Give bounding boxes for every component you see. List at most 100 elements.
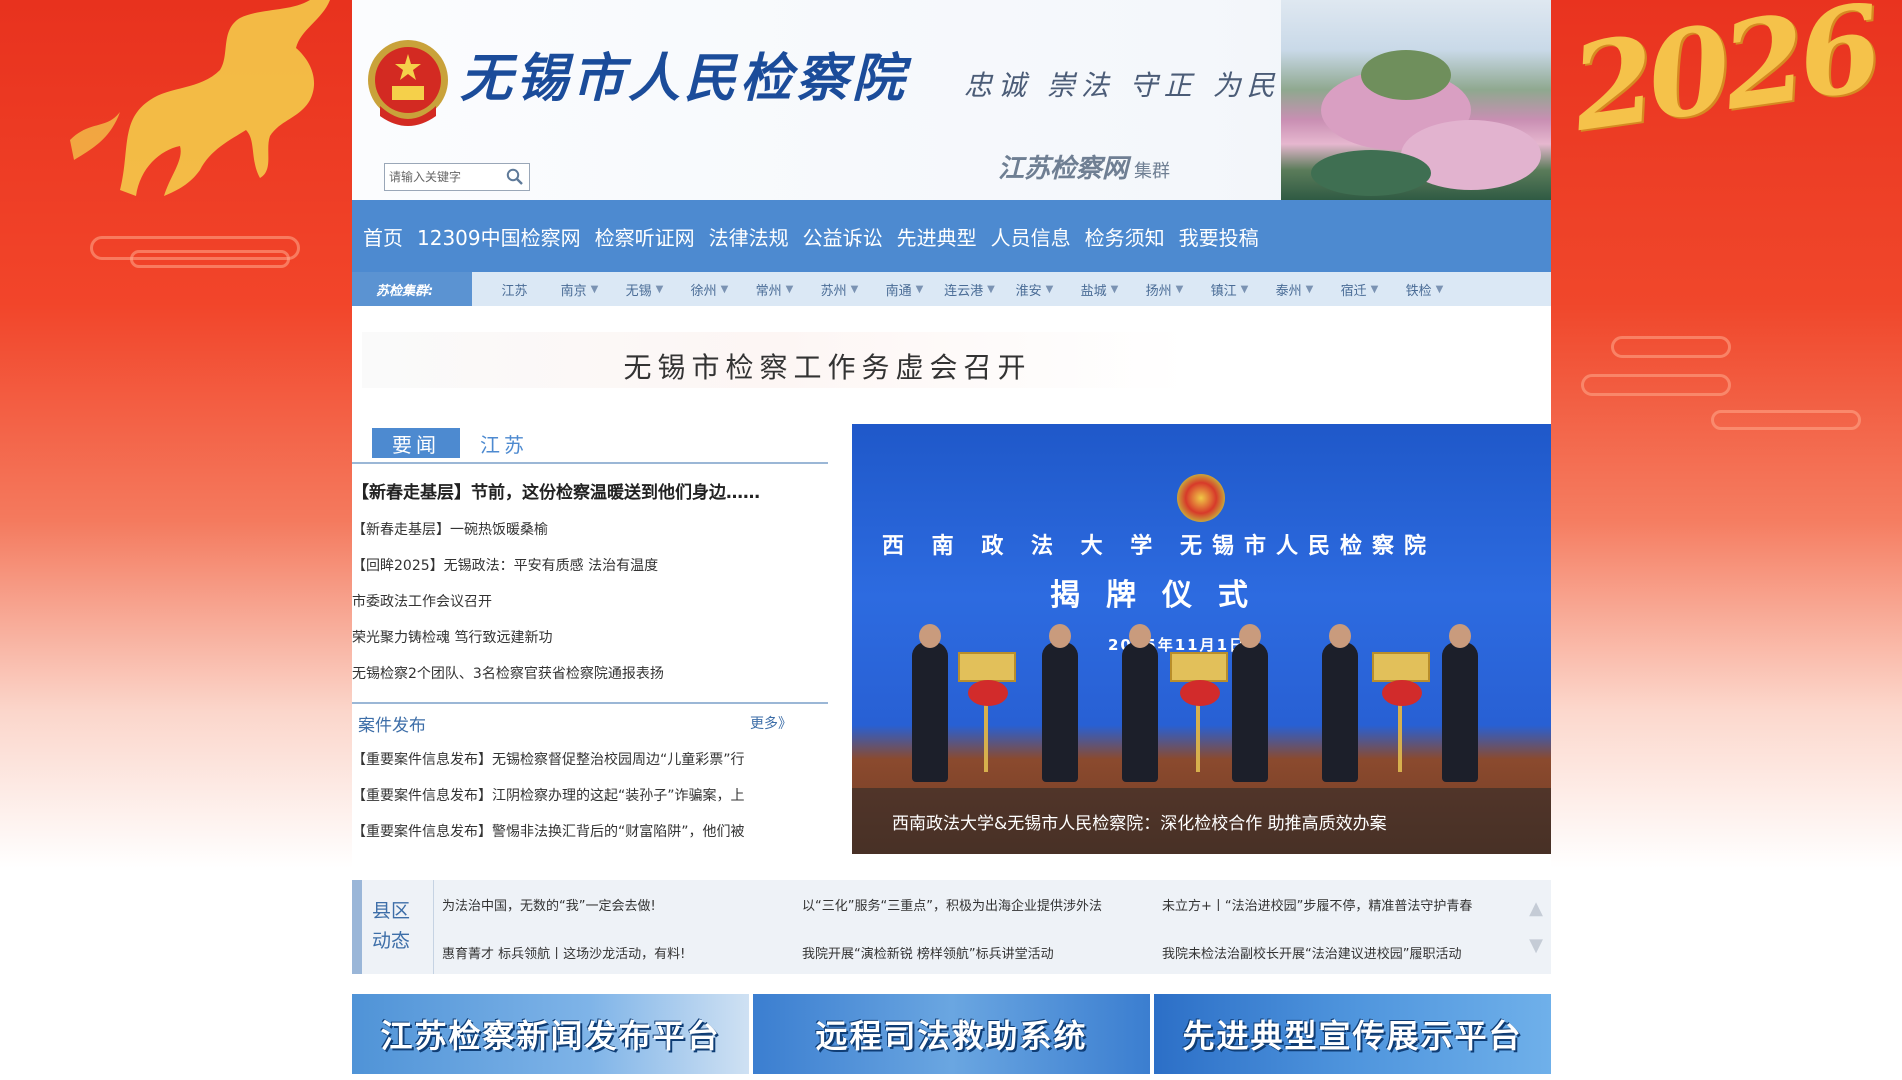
news-item[interactable]: 市委政法工作会议召开: [352, 584, 828, 620]
case-item[interactable]: 【重要案件信息发布】无锡检察督促整治校园周边“儿童彩票”行: [352, 742, 822, 778]
plaque: [1170, 652, 1228, 682]
county-news-item[interactable]: 我院未检法治副校长开展“法治建议进校园”履职活动: [1162, 928, 1516, 976]
site-motto: 忠诚 崇法 守正 为民: [964, 69, 1281, 102]
county-news-grid: 为法治中国，无数的“我”一定会去做! 以“三化”服务“三重点”，积极为出海企业提…: [434, 880, 1521, 974]
search-box: [384, 163, 530, 191]
county-news-item[interactable]: 我院开展“演检新锐 榜样领航”标兵讲堂活动: [802, 928, 1162, 976]
news-tabs: 要闻 江苏: [352, 424, 828, 464]
cluster-item-nanjing[interactable]: 南京 ▼: [547, 280, 612, 299]
cluster-label: 苏检集群:: [352, 272, 472, 306]
cluster-item-label: 泰州: [1275, 283, 1302, 299]
cluster-item-huaian[interactable]: 淮安 ▼: [1002, 280, 1067, 299]
county-news-item[interactable]: 以“三化”服务“三重点”，积极为出海企业提供涉外法: [802, 880, 1162, 928]
tab-key-news[interactable]: 要闻: [372, 428, 460, 458]
dropdown-arrow-icon: ▼: [655, 283, 664, 295]
cluster-item-label: 宿迁: [1340, 283, 1367, 299]
news-item[interactable]: 无锡检察2个团队、3名检察官获省检察院通报表扬: [352, 656, 828, 692]
procuratorate-cluster-nav: 苏检集群: 江苏 南京 ▼ 无锡 ▼ 徐州 ▼ 常州 ▼ 苏州 ▼ 南通 ▼ 连云港 ▼ 淮安…: [352, 272, 1551, 306]
cluster-item-label: 南通: [885, 283, 912, 299]
cluster-item-yangzhou[interactable]: 扬州 ▼: [1132, 280, 1197, 299]
photo-banner-line2: 揭牌仪式: [1050, 578, 1274, 613]
top-headline[interactable]: 无锡市检察工作务虚会召开: [623, 346, 1031, 386]
nav-item-home[interactable]: 首页: [356, 222, 410, 251]
nav-item-public-interest[interactable]: 公益诉讼: [796, 222, 890, 251]
nav-item-submit[interactable]: 我要投稿: [1172, 222, 1266, 251]
case-release-header: 案件发布 更多》: [352, 702, 828, 742]
cluster-item-changzhou[interactable]: 常州 ▼: [742, 280, 807, 299]
group-brand[interactable]: 江苏检察网 集群: [998, 148, 1170, 185]
scroll-down-icon[interactable]: ▼: [1529, 935, 1543, 956]
news-item[interactable]: 荣光聚力铸检魂 笃行致远建新功: [352, 620, 828, 656]
cluster-item-label: 铁检: [1405, 283, 1432, 299]
red-ribbon: [1180, 680, 1220, 706]
news-item[interactable]: 【回眸2025】无锡政法：平安有质感 法治有温度: [352, 548, 828, 584]
dropdown-arrow-icon: ▼: [720, 283, 729, 295]
county-news-label: 县区 动态: [362, 880, 434, 974]
person-figure: [1322, 624, 1358, 782]
banner-model-showcase-platform[interactable]: 先进典型宣传展示平台: [1154, 994, 1551, 1074]
case-item[interactable]: 【重要案件信息发布】江阴检察办理的这起“装孙子”诈骗案，上: [352, 778, 822, 814]
cluster-item-jiangsu[interactable]: 江苏: [482, 280, 547, 299]
dropdown-arrow-icon: ▼: [1435, 283, 1444, 295]
person-figure: [1232, 624, 1268, 782]
national-emblem-icon[interactable]: [366, 36, 450, 128]
dropdown-arrow-icon: ▼: [1175, 283, 1184, 295]
tab-jiangsu[interactable]: 江苏: [474, 428, 534, 458]
county-news-item[interactable]: 惠育菁才 标兵领航丨这场沙龙活动，有料!: [442, 928, 802, 976]
banner-judicial-aid-system[interactable]: 远程司法救助系统: [753, 994, 1150, 1074]
cluster-item-wuxi[interactable]: 无锡 ▼: [612, 280, 677, 299]
nav-item-12309[interactable]: 12309中国检察网: [410, 222, 588, 251]
case-release-title[interactable]: 案件发布: [358, 711, 426, 736]
scroll-up-icon[interactable]: ▲: [1529, 898, 1543, 919]
person-figure: [1042, 624, 1078, 782]
cluster-item-xuzhou[interactable]: 徐州 ▼: [677, 280, 742, 299]
procuratorate-emblem-icon: [1177, 474, 1225, 522]
dropdown-arrow-icon: ▼: [1305, 283, 1314, 295]
news-item-lead[interactable]: 【新春走基层】节前，这份检察温暖送到他们身边……: [352, 474, 828, 512]
dropdown-arrow-icon: ▼: [1045, 283, 1054, 295]
headline-bar: 无锡市检察工作务虚会召开: [352, 306, 1551, 424]
featured-news-photo[interactable]: 西 南 政 法 大 学 无锡市人民检察院 揭牌仪式 2025年11月1日 西南政…: [852, 424, 1551, 854]
cluster-item-yancheng[interactable]: 盐城 ▼: [1067, 280, 1132, 299]
news-item[interactable]: 【新春走基层】一碗热饭暖桑榆: [352, 512, 828, 548]
plaque: [958, 652, 1016, 682]
red-ribbon: [968, 680, 1008, 706]
person-figure: [1442, 624, 1478, 782]
cluster-item-label: 盐城: [1080, 283, 1107, 299]
cluster-item-suzhou[interactable]: 苏州 ▼: [807, 280, 872, 299]
case-item[interactable]: 【重要案件信息发布】警惕非法换汇背后的“财富陷阱”，他们被: [352, 814, 822, 850]
news-list: 【新春走基层】节前，这份检察温暖送到他们身边…… 【新春走基层】一碗热饭暖桑榆 …: [352, 464, 828, 692]
cluster-item-label: 扬州: [1145, 283, 1172, 299]
cluster-item-nantong[interactable]: 南通 ▼: [872, 280, 937, 299]
cluster-item-railway[interactable]: 铁检 ▼: [1392, 280, 1457, 299]
cluster-item-taizhou[interactable]: 泰州 ▼: [1262, 280, 1327, 299]
nav-item-hearing[interactable]: 检察听证网: [588, 222, 702, 251]
festive-background-right: 2026: [1551, 0, 1902, 868]
cluster-item-label: 镇江: [1210, 283, 1237, 299]
county-news-item[interactable]: 未立方+丨“法治进校园”步履不停，精准普法守护青春: [1162, 880, 1516, 928]
nav-item-laws[interactable]: 法律法规: [702, 222, 796, 251]
dropdown-arrow-icon: ▼: [915, 283, 924, 295]
person-figure: [1122, 624, 1158, 782]
search-button[interactable]: [503, 165, 527, 189]
platform-banners: 江苏检察新闻发布平台 远程司法救助系统 先进典型宣传展示平台: [352, 994, 1551, 1074]
person-figure: [912, 624, 948, 782]
more-link[interactable]: 更多》: [750, 713, 792, 733]
banner-news-release-platform[interactable]: 江苏检察新闻发布平台: [352, 994, 749, 1074]
search-input[interactable]: [385, 165, 503, 189]
nav-item-models[interactable]: 先进典型: [890, 222, 984, 251]
cluster-item-label: 连云港: [944, 283, 984, 299]
cluster-item-zhenjiang[interactable]: 镇江 ▼: [1197, 280, 1262, 299]
cluster-item-suqian[interactable]: 宿迁 ▼: [1327, 280, 1392, 299]
photo-caption[interactable]: 西南政法大学&无锡市人民检察院：深化检校合作 助推高质效办案: [852, 788, 1551, 854]
county-news-item[interactable]: 为法治中国，无数的“我”一定会去做!: [442, 880, 802, 928]
main-nav: 首页 12309中国检察网 检察听证网 法律法规 公益诉讼 先进典型 人员信息 …: [352, 200, 1551, 272]
cluster-item-lianyungang[interactable]: 连云港 ▼: [937, 280, 1002, 299]
site-title[interactable]: 无锡市人民检察院: [460, 36, 908, 111]
nav-item-notice[interactable]: 检务须知: [1078, 222, 1172, 251]
county-label-line: 动态: [372, 930, 411, 952]
nav-item-staff[interactable]: 人员信息: [984, 222, 1078, 251]
group-brand-name: 江苏检察网: [998, 154, 1129, 184]
county-scroll-controls: ▲ ▼: [1521, 880, 1551, 974]
cluster-item-label: 南京: [560, 283, 587, 299]
